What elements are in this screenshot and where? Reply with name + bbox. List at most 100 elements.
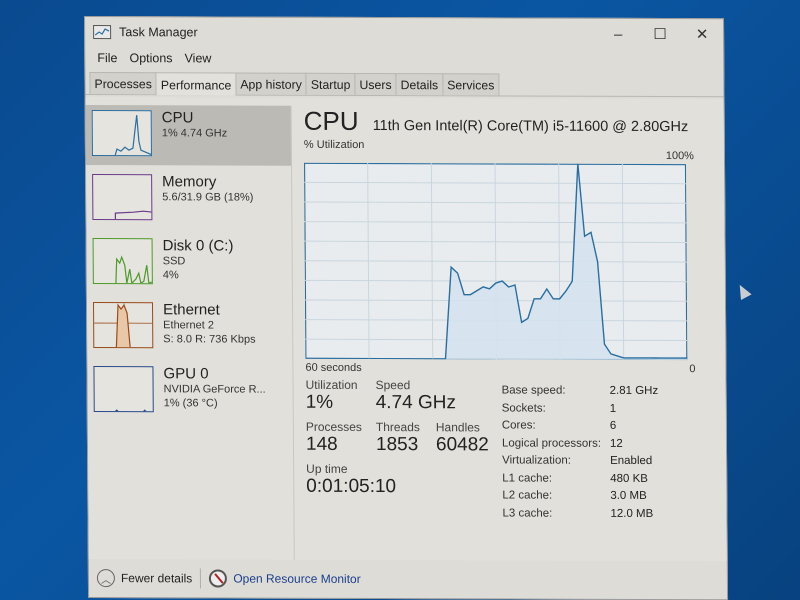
sidebar-memory-detail: 5.6/31.9 GB (18%): [162, 191, 254, 204]
spec-value: 12: [609, 437, 623, 450]
performance-panel: CPU 1% 4.74 GHz Memory 5.6/31.9 GB (18%): [85, 97, 727, 562]
gpu-thumbnail-graph: [93, 366, 154, 413]
spec-value: 480 KB: [610, 472, 648, 485]
sidebar-item-disk[interactable]: Disk 0 (C:) SSD 4%: [87, 233, 292, 294]
sidebar-gpu-title: GPU 0: [163, 365, 209, 383]
processes-value: 148: [305, 433, 338, 455]
spec-label: Sockets:: [501, 401, 546, 415]
footer-divider: [200, 568, 202, 589]
spec-row: Base speed: 2.81 GHz: [502, 384, 659, 402]
close-button[interactable]: ✕: [681, 19, 723, 49]
window-title: Task Manager: [119, 25, 198, 40]
spec-label: Cores:: [501, 419, 536, 432]
graph-y-label: % Utilization: [303, 138, 365, 151]
cpu-graph-svg: [304, 162, 688, 361]
speed-label: Speed: [375, 378, 411, 393]
sidebar-cpu-title: CPU: [161, 109, 194, 127]
sidebar-gpu-usage: 1% (36 °C): [163, 397, 218, 410]
tab-details[interactable]: Details: [395, 73, 444, 96]
spec-value: 3.0 MB: [610, 489, 647, 502]
spec-label: Logical processors:: [501, 436, 602, 450]
resource-monitor-icon: [209, 569, 228, 588]
sidebar-item-memory[interactable]: Memory 5.6/31.9 GB (18%): [86, 169, 291, 230]
handles-label: Handles: [435, 420, 480, 435]
open-resource-monitor-label: Open Resource Monitor: [233, 571, 361, 586]
sidebar-ethernet-throughput: S: 8.0 R: 736 Kbps: [163, 333, 256, 346]
spec-label: Base speed:: [501, 384, 566, 397]
resource-sidebar: CPU 1% 4.74 GHz Memory 5.6/31.9 GB (18%): [85, 105, 295, 560]
sidebar-memory-title: Memory: [162, 173, 217, 191]
cpu-detail-panel: CPU 11th Gen Intel(R) Core(TM) i5-11600 …: [304, 106, 717, 561]
uptime-value: 0:01:05:10: [306, 475, 397, 498]
graph-x-right-label: 0: [689, 363, 696, 376]
spec-row: Cores: 6: [502, 419, 659, 437]
ethernet-thumbnail-graph: [92, 302, 154, 349]
disk-thumbnail-graph: [92, 238, 153, 285]
tab-users[interactable]: Users: [354, 72, 397, 96]
sidebar-gpu-model: NVIDIA GeForce R...: [163, 383, 266, 396]
tab-processes[interactable]: Processes: [89, 72, 157, 95]
sidebar-disk-title: Disk 0 (C:): [162, 237, 234, 255]
spec-row: L2 cache: 3.0 MB: [502, 489, 659, 507]
spec-label: L2 cache:: [502, 489, 553, 502]
spec-row: Logical processors: 12: [502, 437, 659, 455]
cpu-stats: Utilization 1% Speed 4.74 GHz Processes …: [306, 378, 507, 499]
spec-value: 2.81 GHz: [609, 384, 659, 398]
threads-label: Threads: [375, 420, 420, 435]
cpu-thumbnail-graph: [91, 110, 152, 157]
spec-value: 1: [609, 402, 617, 415]
tab-app-history[interactable]: App history: [235, 72, 307, 95]
sidebar-disk-usage: 4%: [162, 269, 179, 282]
tab-services[interactable]: Services: [442, 73, 500, 96]
spec-row: L3 cache: 12.0 MB: [502, 507, 659, 525]
menu-bar: File Options View: [85, 47, 723, 71]
speed-value: 4.74 GHz: [375, 392, 457, 414]
tab-performance[interactable]: Performance: [155, 72, 237, 96]
menu-view[interactable]: View: [178, 51, 217, 65]
spec-value: 6: [609, 419, 617, 432]
spec-value: 12.0 MB: [610, 507, 654, 520]
footer-bar: ︿ Fewer details Open Resource Monitor: [89, 559, 727, 599]
task-manager-icon: [93, 25, 112, 40]
sidebar-cpu-detail: 1% 4.74 GHz: [161, 127, 228, 140]
utilization-label: Utilization: [305, 377, 358, 392]
utilization-value: 1%: [305, 391, 334, 413]
tab-startup[interactable]: Startup: [305, 72, 356, 95]
menu-options[interactable]: Options: [123, 51, 178, 65]
fewer-details-label: Fewer details: [120, 571, 193, 586]
sidebar-item-ethernet[interactable]: Ethernet Ethernet 2 S: 8.0 R: 736 Kbps: [87, 297, 292, 358]
cpu-heading: CPU: [303, 105, 359, 136]
spec-row: Sockets: 1: [502, 402, 659, 420]
threads-value: 1853: [375, 434, 419, 456]
maximize-button[interactable]: ☐: [639, 19, 681, 49]
sidebar-ethernet-adapter: Ethernet 2: [163, 319, 214, 332]
handles-value: 60482: [435, 434, 489, 456]
menu-file[interactable]: File: [91, 51, 123, 65]
graph-max-label: 100%: [665, 150, 694, 163]
minimize-button[interactable]: –: [597, 19, 639, 49]
spec-label: L3 cache:: [502, 506, 553, 520]
chevron-up-icon: ︿: [96, 569, 115, 588]
spec-row: L1 cache: 480 KB: [502, 472, 659, 490]
mouse-cursor: [734, 282, 752, 300]
sidebar-disk-type: SSD: [162, 255, 186, 268]
spec-value: Enabled: [610, 454, 653, 467]
graph-x-left-label: 60 seconds: [305, 361, 362, 374]
processes-label: Processes: [305, 419, 362, 434]
fewer-details-button[interactable]: ︿ Fewer details: [96, 569, 193, 588]
cpu-specs: Base speed: 2.81 GHz Sockets: 1 Cores: 6 Lo…: [502, 384, 660, 525]
task-manager-window: Task Manager – ☐ ✕ File Options View Pro…: [84, 16, 729, 600]
title-bar[interactable]: Task Manager – ☐ ✕: [85, 17, 723, 49]
spec-row: Virtualization: Enabled: [502, 454, 659, 472]
uptime-label: Up time: [306, 461, 348, 476]
memory-thumbnail-graph: [92, 174, 153, 221]
cpu-utilization-graph: [304, 162, 688, 361]
cpu-model-name: 11th Gen Intel(R) Core(TM) i5-11600 @ 2.…: [372, 118, 689, 136]
sidebar-item-gpu[interactable]: GPU 0 NVIDIA GeForce R... 1% (36 °C): [87, 361, 292, 422]
spec-label: Virtualization:: [502, 454, 571, 467]
sidebar-ethernet-title: Ethernet: [162, 301, 220, 319]
sidebar-item-cpu[interactable]: CPU 1% 4.74 GHz: [85, 105, 292, 166]
open-resource-monitor-link[interactable]: Open Resource Monitor: [209, 569, 361, 588]
spec-label: L1 cache:: [502, 471, 553, 485]
tab-bar: Processes Performance App history Startu…: [85, 69, 724, 98]
